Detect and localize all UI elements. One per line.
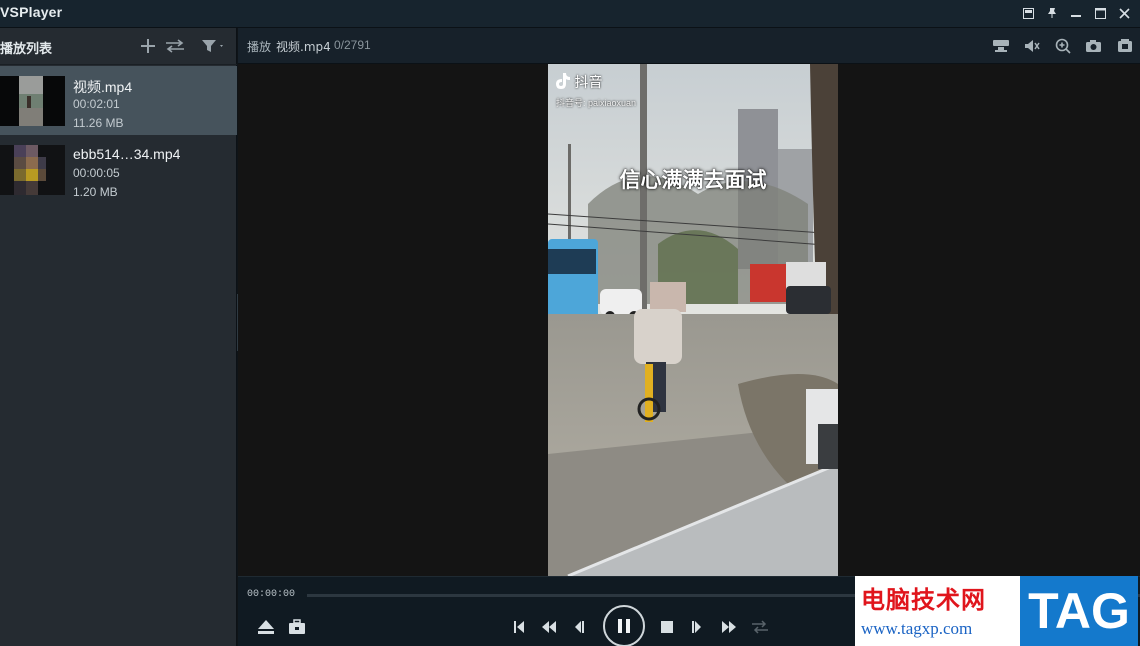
app-title: VSPlayer — [0, 4, 63, 20]
loop-icon[interactable] — [750, 617, 770, 637]
playlist-header: 播放列表 — [0, 28, 237, 65]
play-status-label: 播放 — [247, 40, 272, 54]
step-forward-icon[interactable] — [688, 617, 706, 637]
close-icon[interactable] — [1112, 2, 1136, 24]
list-item[interactable]: ebb514…34.mp4 00:00:05 1.20 MB — [0, 135, 237, 204]
video-thumbnail — [0, 76, 65, 126]
video-frame[interactable]: 抖音 抖音号: paixiaoxuan 信心满满去面试 — [548, 64, 838, 576]
header-toolbar — [985, 35, 1140, 57]
video-thumbnail — [0, 145, 65, 195]
record-icon[interactable] — [1109, 35, 1140, 57]
zoom-icon[interactable] — [1047, 35, 1078, 57]
site-watermark: 电脑技术网 www.tagxp.com TAG — [855, 576, 1140, 646]
item-name: 视频.mp4 — [73, 79, 133, 95]
previous-icon[interactable] — [510, 617, 528, 637]
watermark-text-box: 电脑技术网 www.tagxp.com — [855, 576, 1020, 646]
toolbox-icon[interactable] — [287, 617, 307, 637]
item-name: ebb514…34.mp4 — [73, 146, 181, 162]
watermark-url: www.tagxp.com — [861, 619, 973, 638]
add-icon[interactable] — [137, 36, 159, 56]
watermark-cn: 电脑技术网 — [861, 586, 986, 614]
snapshot-icon[interactable] — [1078, 35, 1109, 57]
video-scene-image — [548, 64, 838, 576]
video-caption: 信心满满去面试 — [619, 168, 767, 192]
switch-icon[interactable] — [164, 36, 186, 56]
current-file-name: 视频.mp4 — [276, 40, 331, 54]
restore-icon[interactable] — [1016, 2, 1040, 24]
title-bar: VSPlayer — [0, 0, 1140, 28]
stop-icon[interactable] — [657, 617, 677, 637]
item-size: 11.26 MB — [73, 116, 124, 130]
current-time: 00:00:00 — [247, 589, 296, 600]
pause-icon — [618, 619, 630, 633]
pause-button[interactable] — [603, 605, 645, 646]
tiktok-id: 抖音号: paixiaoxuan — [556, 98, 637, 108]
minimize-icon[interactable] — [1064, 2, 1088, 24]
fast-forward-icon[interactable] — [719, 617, 739, 637]
frame-count: 0/2791 — [334, 38, 371, 52]
rewind-icon[interactable] — [539, 617, 559, 637]
watermark-tag: TAG — [1020, 576, 1138, 646]
tiktok-logo-icon: 抖音 — [556, 72, 602, 92]
filter-icon[interactable] — [199, 36, 227, 56]
window-controls — [1016, 2, 1136, 24]
player-header: 播放 视频.mp4 0/2791 — [238, 28, 1140, 64]
camera-icon[interactable] — [985, 35, 1016, 57]
list-item[interactable]: 视频.mp4 00:02:01 11.26 MB — [0, 66, 237, 135]
playlist-sidebar: 播放列表 视频.mp4 00:02:01 11.26 MB ebb514…34.… — [0, 28, 237, 646]
playlist-title: 播放列表 — [0, 42, 53, 57]
tiktok-brand-label: 抖音 — [574, 75, 603, 91]
item-duration: 00:02:01 — [73, 97, 120, 111]
step-back-icon[interactable] — [570, 617, 588, 637]
eject-icon[interactable] — [256, 617, 276, 637]
pin-icon[interactable] — [1040, 2, 1064, 24]
maximize-icon[interactable] — [1088, 2, 1112, 24]
audio-icon[interactable] — [1016, 35, 1047, 57]
item-duration: 00:00:05 — [73, 166, 120, 180]
item-size: 1.20 MB — [73, 185, 118, 199]
